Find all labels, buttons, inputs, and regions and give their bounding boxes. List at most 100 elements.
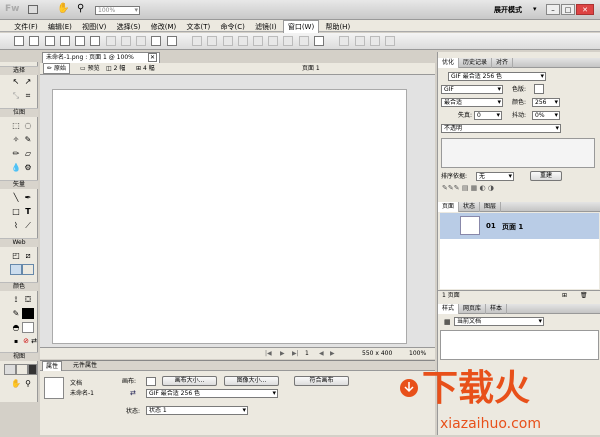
redo-icon[interactable] — [120, 36, 131, 46]
rectangle-icon[interactable]: □ — [10, 206, 22, 217]
view-2up[interactable]: ◫ 2 幅 — [106, 63, 125, 75]
canvas[interactable] — [52, 89, 407, 344]
mode-dropdown-icon[interactable]: ▾ — [533, 5, 537, 13]
menu-help[interactable]: 帮助(H) — [321, 21, 354, 33]
eyedropper-icon[interactable]: ⟟ — [10, 294, 22, 305]
hand-icon[interactable]: ✋ — [57, 3, 69, 14]
zoom-tool-icon[interactable]: ⚲ — [22, 378, 34, 389]
page-row[interactable]: 01 页面 1 — [440, 213, 599, 239]
menu-modify[interactable]: 修改(M) — [147, 21, 181, 33]
first-frame-icon[interactable]: |◀ — [265, 348, 272, 360]
format-select[interactable]: GIF — [441, 85, 503, 94]
loss-select[interactable]: 0 — [474, 111, 502, 120]
layout-icon[interactable] — [28, 5, 38, 14]
menu-filters[interactable]: 滤镜(I) — [251, 21, 281, 33]
import-icon[interactable] — [59, 36, 70, 46]
tab-properties[interactable]: 属性 — [42, 361, 63, 371]
styles-source-select[interactable]: 当前文档 — [454, 317, 544, 326]
palette-select[interactable]: 最合适 — [441, 98, 503, 107]
document-tab[interactable]: 未命名-1.png : 页面 1 @ 100% ✕ — [42, 52, 160, 63]
hide-slices-icon[interactable] — [10, 264, 22, 275]
send-back-icon[interactable] — [298, 36, 309, 46]
close-tab-icon[interactable]: ✕ — [148, 53, 157, 62]
fullscreen-icon[interactable] — [28, 364, 37, 375]
eraser-icon[interactable]: ▱ — [22, 148, 34, 159]
bring-front-icon[interactable] — [252, 36, 263, 46]
bring-forward-icon[interactable] — [268, 36, 279, 46]
view-original[interactable]: ✏ 原始 — [43, 63, 70, 74]
undo-icon[interactable] — [105, 36, 116, 46]
status-zoom[interactable]: 100% — [409, 348, 426, 360]
optimize-preset-select[interactable]: GIF 最合适 256 色 — [448, 72, 546, 81]
open-icon[interactable] — [29, 36, 40, 46]
menu-text[interactable]: 文本(T) — [182, 21, 214, 33]
tab-pages[interactable]: 页面 — [438, 202, 460, 212]
print-icon[interactable] — [90, 36, 101, 46]
stroke-color-icon[interactable]: ✎ — [10, 308, 22, 319]
magic-wand-icon[interactable]: ✧ — [10, 134, 22, 145]
canvas-size-button[interactable]: 画布大小... — [162, 376, 217, 386]
new-icon[interactable] — [14, 36, 25, 46]
rotate-cw-icon[interactable] — [354, 36, 365, 46]
colors-select[interactable]: 256 — [532, 98, 560, 107]
minimize-button[interactable]: – — [546, 4, 560, 15]
tab-symbol-properties[interactable]: 元件属性 — [70, 361, 100, 371]
freeform-icon[interactable]: ⌇ — [10, 220, 22, 231]
flip-v-icon[interactable] — [385, 36, 396, 46]
last-frame-icon[interactable]: ▶| — [292, 348, 299, 360]
workspace-mode[interactable]: 展开模式 — [494, 5, 522, 15]
view-preview[interactable]: ▭ 预览 — [80, 63, 100, 75]
slice-icon[interactable]: ⧄ — [22, 250, 34, 261]
flip-h-icon[interactable] — [369, 36, 380, 46]
marquee-icon[interactable]: ⬚ — [10, 120, 22, 131]
menu-window[interactable]: 窗口(W) — [282, 20, 320, 34]
page-label[interactable]: 页面 1 — [302, 63, 320, 75]
zoom-icon[interactable]: ⚲ — [77, 3, 84, 14]
lasso-icon[interactable]: ◌ — [22, 120, 34, 131]
fill-color-icon[interactable]: ◓ — [10, 322, 22, 333]
tab-align[interactable]: 对齐 — [492, 58, 514, 68]
play-icon[interactable]: ▶ — [280, 348, 285, 360]
group-icon[interactable] — [192, 36, 203, 46]
copy-icon[interactable] — [151, 36, 162, 46]
ungroup-icon[interactable] — [207, 36, 218, 46]
menu-select[interactable]: 选择(S) — [113, 21, 145, 33]
standard-screen-icon[interactable] — [4, 364, 16, 375]
view-4up[interactable]: ⊞ 4 幅 — [136, 63, 155, 75]
crop-icon[interactable]: ⌗ — [22, 90, 34, 101]
tab-styles[interactable]: 样式 — [438, 304, 460, 314]
fill-swatch[interactable] — [22, 322, 34, 333]
save-icon[interactable] — [44, 36, 55, 46]
delete-page-icon[interactable]: 🗑 — [580, 291, 588, 300]
show-slices-icon[interactable] — [22, 264, 34, 275]
paint-bucket-icon[interactable]: ⛋ — [22, 294, 34, 305]
blur-icon[interactable]: 💧 — [10, 162, 22, 173]
export-icon[interactable] — [75, 36, 86, 46]
dither-select[interactable]: 0% — [532, 111, 560, 120]
paste-icon[interactable] — [166, 36, 177, 46]
cut-icon[interactable] — [136, 36, 147, 46]
matte-swatch[interactable] — [534, 84, 544, 94]
hotspot-icon[interactable]: ◰ — [10, 250, 22, 261]
pen-icon[interactable]: ✒ — [22, 192, 34, 203]
rubber-stamp-icon[interactable]: ⚙ — [22, 162, 34, 173]
tab-layers[interactable]: 图层 — [480, 202, 502, 212]
tab-states[interactable]: 状态 — [459, 202, 481, 212]
close-button[interactable]: ✕ — [576, 4, 594, 15]
scale-icon[interactable]: ⤡ — [10, 90, 22, 101]
split-icon[interactable] — [237, 36, 248, 46]
menu-edit[interactable]: 编辑(E) — [44, 21, 76, 33]
new-page-icon[interactable]: ⊞ — [562, 291, 567, 300]
menu-commands[interactable]: 命令(C) — [216, 21, 248, 33]
tab-web-library[interactable]: 网页库 — [459, 304, 487, 314]
line-icon[interactable]: ╲ — [10, 192, 22, 203]
prev-frame-icon[interactable]: ◀ — [319, 348, 324, 360]
send-backward-icon[interactable] — [283, 36, 294, 46]
canvas-color-swatch[interactable] — [146, 377, 156, 386]
tab-optimize[interactable]: 优化 — [438, 58, 460, 68]
brush-icon[interactable]: ✎ — [22, 134, 34, 145]
pencil-icon[interactable]: ✏ — [10, 148, 22, 159]
menu-file[interactable]: 文件(F) — [10, 21, 42, 33]
state-select[interactable]: 状态 1 — [146, 406, 248, 415]
zoom-select[interactable]: 100% — [95, 6, 140, 15]
